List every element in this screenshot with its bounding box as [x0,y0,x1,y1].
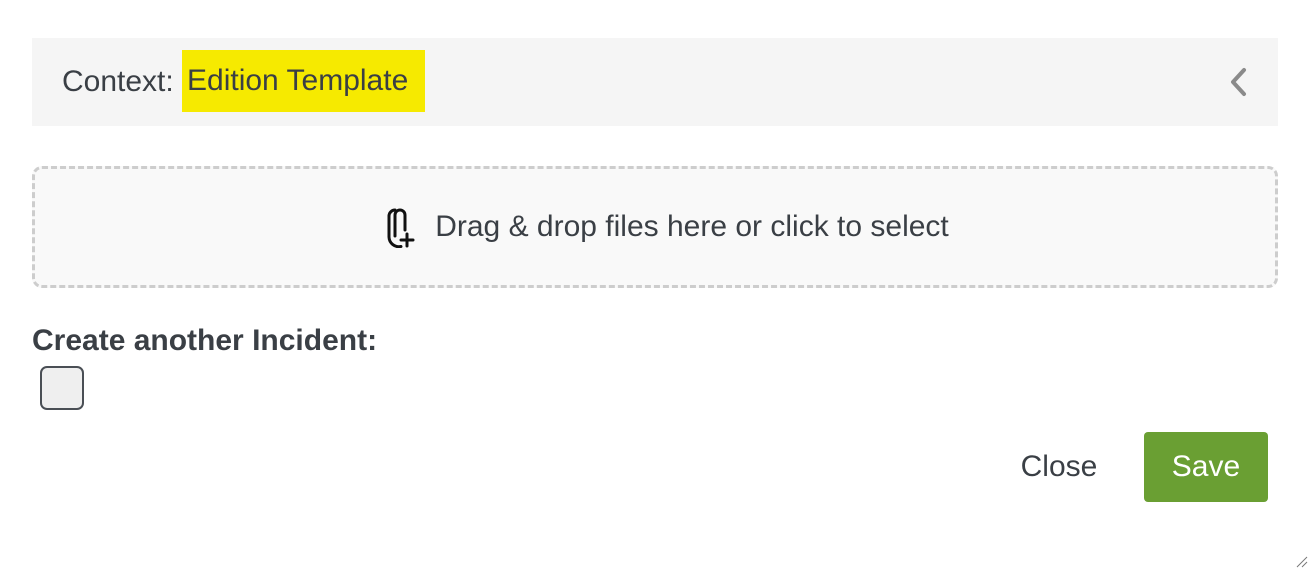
collapse-button[interactable] [1226,64,1252,100]
context-bar: Context: Edition Template [32,38,1278,126]
context-label: Context: [62,65,174,98]
file-dropzone[interactable]: Drag & drop files here or click to selec… [32,166,1278,288]
chevron-left-icon [1231,68,1246,96]
close-button[interactable]: Close [1002,436,1116,498]
dropzone-text: Drag & drop files here or click to selec… [435,210,949,243]
paperclip-plus-icon [387,208,415,248]
save-button[interactable]: Save [1144,432,1268,502]
incident-dialog: Context: Edition Template Drag & drop fi… [0,0,1308,568]
resize-handle-icon[interactable] [1294,554,1308,568]
create-another-label: Create another Incident: [32,324,378,357]
context-value: Edition Template [182,50,426,112]
create-another-checkbox[interactable] [40,366,84,410]
